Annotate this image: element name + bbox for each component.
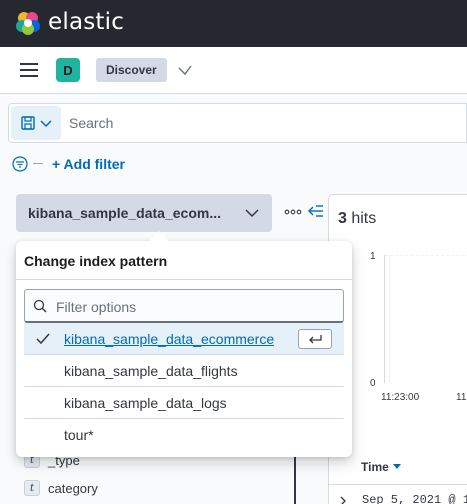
- menu-icon[interactable]: [20, 63, 38, 77]
- space-avatar[interactable]: D: [56, 58, 80, 82]
- y-axis-tick: 1: [370, 251, 376, 262]
- index-pattern-popover: Change index pattern Filter options kiba…: [16, 231, 352, 457]
- top-header: elastic: [0, 0, 467, 47]
- saved-query-button[interactable]: [11, 106, 61, 140]
- popover-title: Change index pattern: [24, 253, 168, 269]
- histogram-chart[interactable]: [384, 255, 467, 383]
- nav-bar: D Discover: [0, 47, 467, 94]
- hits-label: hits: [346, 210, 377, 227]
- y-axis-tick: 0: [370, 378, 376, 389]
- chevron-right-icon[interactable]: [339, 496, 347, 504]
- index-option-label: kibana_sample_data_ecommerce: [64, 331, 275, 347]
- field-name: category: [48, 480, 98, 496]
- add-filter-button[interactable]: + Add filter: [52, 156, 125, 172]
- index-option[interactable]: kibana_sample_data_ecommerce: [24, 323, 344, 355]
- filter-options-input[interactable]: Filter options: [24, 289, 344, 323]
- index-option-label: kibana_sample_data_flights: [64, 363, 238, 379]
- sort-down-icon[interactable]: [392, 464, 401, 470]
- chevron-down-icon: [245, 209, 259, 218]
- more-options-icon[interactable]: [284, 208, 302, 216]
- hits-number: 3: [338, 210, 347, 227]
- save-icon: [21, 116, 35, 130]
- index-option[interactable]: kibana_sample_data_flights: [24, 355, 344, 387]
- table-divider: [329, 484, 467, 485]
- index-pattern-label: kibana_sample_data_ecom...: [28, 205, 221, 221]
- x-axis-tick: 11:: [456, 392, 467, 403]
- table-cell-time: Sep 5, 2021 @ 1: [362, 493, 467, 504]
- elastic-logo-icon[interactable]: [15, 10, 41, 36]
- chevron-down-icon: [40, 120, 52, 128]
- filter-menu-icon[interactable]: [12, 156, 28, 172]
- collapse-sidebar-icon[interactable]: [308, 204, 324, 218]
- hits-count: 3 hits: [338, 210, 376, 228]
- grid-line: [385, 255, 467, 256]
- time-column-label: Time: [361, 460, 389, 474]
- time-column-header[interactable]: Time: [361, 460, 401, 474]
- search-icon: [33, 299, 47, 313]
- index-pattern-button[interactable]: kibana_sample_data_ecom...: [16, 194, 272, 232]
- popover-arrow: [149, 231, 169, 251]
- index-option-label: kibana_sample_data_logs: [64, 395, 227, 411]
- x-axis-tick: 11:23:00: [381, 392, 420, 403]
- enter-key-icon: [298, 329, 332, 349]
- filter-divider: [33, 163, 43, 164]
- check-icon: [36, 333, 50, 345]
- breadcrumb-discover[interactable]: Discover: [96, 58, 167, 82]
- field-item[interactable]: t category: [24, 479, 98, 497]
- index-option[interactable]: kibana_sample_data_logs: [24, 387, 344, 419]
- string-field-icon: t: [24, 480, 40, 496]
- popover-divider: [16, 279, 352, 280]
- search-input[interactable]: Search: [69, 115, 113, 131]
- filter-placeholder: Filter options: [56, 299, 137, 315]
- index-option[interactable]: tour*: [24, 419, 344, 451]
- brand-name: elastic: [48, 9, 125, 35]
- checkmark-chevron-icon: [178, 65, 192, 76]
- index-option-label: tour*: [64, 427, 94, 443]
- grid-line: [389, 255, 390, 383]
- query-bar: Search: [8, 103, 467, 143]
